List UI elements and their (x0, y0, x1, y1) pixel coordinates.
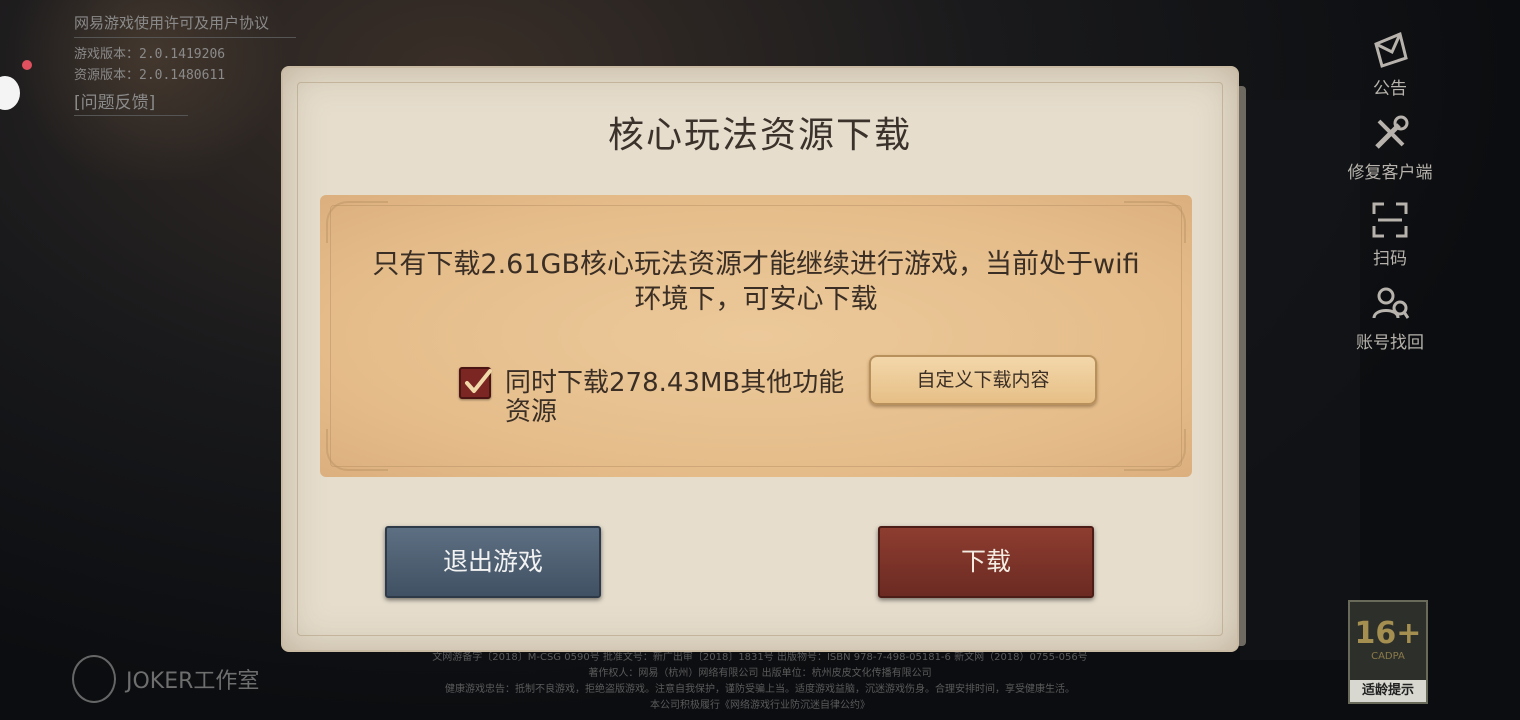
dialog-edge (1236, 86, 1246, 646)
age-rating-badge[interactable]: 16+ CADPA 适龄提示 (1348, 600, 1428, 704)
repair-client-label: 修复客户端 (1347, 163, 1433, 183)
checkmark-icon (465, 369, 492, 393)
download-button[interactable]: 下载 (878, 526, 1094, 598)
scan-icon (1367, 198, 1413, 242)
dialog-title: 核心玩法资源下载 (607, 115, 912, 156)
game-login-screen: 网易游戏使用许可及用户协议 游戏版本：2.0.1419206 资源版本：2.0.… (0, 0, 1520, 720)
download-dialog: 核心玩法资源下载 只有下载2.61GB核心玩法资源才能继续进行游戏，当前处于wi… (283, 68, 1237, 650)
announcement-button[interactable]: 公告 (1340, 28, 1440, 99)
age-rating-org: CADPA (1371, 651, 1405, 662)
footer-line: 著作权人：网易（杭州）网络有限公司 出版单位：杭州皮皮文化传播有限公司 (588, 668, 932, 679)
account-recovery-label: 账号找回 (1356, 333, 1424, 353)
download-message: 只有下载2.61GB核心玩法资源才能继续进行游戏，当前处于wifi环境下，可安心… (372, 249, 1140, 315)
studio-logo-icon (72, 655, 116, 703)
ornament-corner (1124, 429, 1186, 471)
user-agreement-link[interactable]: 网易游戏使用许可及用户协议 (74, 12, 296, 38)
announcement-label: 公告 (1373, 79, 1407, 99)
feedback-link[interactable]: [问题反馈] (74, 88, 188, 116)
ornament-corner (326, 201, 388, 243)
wrench-tools-icon (1367, 112, 1413, 156)
version-info: 网易游戏使用许可及用户协议 游戏版本：2.0.1419206 资源版本：2.0.… (74, 12, 296, 116)
repair-client-button[interactable]: 修复客户端 (1340, 112, 1440, 183)
ornament-corner (1124, 201, 1186, 243)
extra-resources-label: 同时下载278.43MB其他功能资源 (505, 368, 845, 427)
studio-name: JOKER工作室 (126, 669, 260, 694)
age-tip-label: 适龄提示 (1350, 680, 1426, 702)
footer-line: 文网游备字〔2018〕M-CSG 0590号 批准文号：新广出审〔2018〕18… (432, 652, 1088, 663)
resource-version: 资源版本：2.0.1480611 (74, 68, 226, 83)
age-rating: 16+ (1354, 616, 1422, 651)
exit-game-button[interactable]: 退出游戏 (385, 526, 601, 598)
account-recovery-icon (1367, 282, 1413, 326)
scan-button[interactable]: 扫码 (1340, 198, 1440, 269)
account-recovery-button[interactable]: 账号找回 (1340, 282, 1440, 353)
footer-line: 健康游戏忠告：抵制不良游戏，拒绝盗版游戏。注意自我保护，谨防受骗上当。适度游戏益… (445, 684, 1075, 695)
notification-dot (22, 60, 32, 70)
custom-download-button[interactable]: 自定义下载内容 (869, 355, 1097, 405)
footer-line: 本公司积极履行《网络游戏行业防沉迷自律公约》 (650, 700, 870, 711)
announcement-icon (1367, 28, 1413, 72)
scan-label: 扫码 (1373, 249, 1407, 269)
legal-footer: 文网游备字〔2018〕M-CSG 0590号 批准文号：新广出审〔2018〕18… (360, 650, 1160, 714)
dialog-content-panel: 只有下载2.61GB核心玩法资源才能继续进行游戏，当前处于wifi环境下，可安心… (320, 195, 1192, 477)
background-scenery (1240, 100, 1360, 660)
extra-resources-checkbox[interactable] (459, 367, 492, 399)
game-version: 游戏版本：2.0.1419206 (74, 47, 226, 62)
studio-logo: JOKER工作室 (72, 654, 272, 704)
ornament-corner (326, 429, 388, 471)
